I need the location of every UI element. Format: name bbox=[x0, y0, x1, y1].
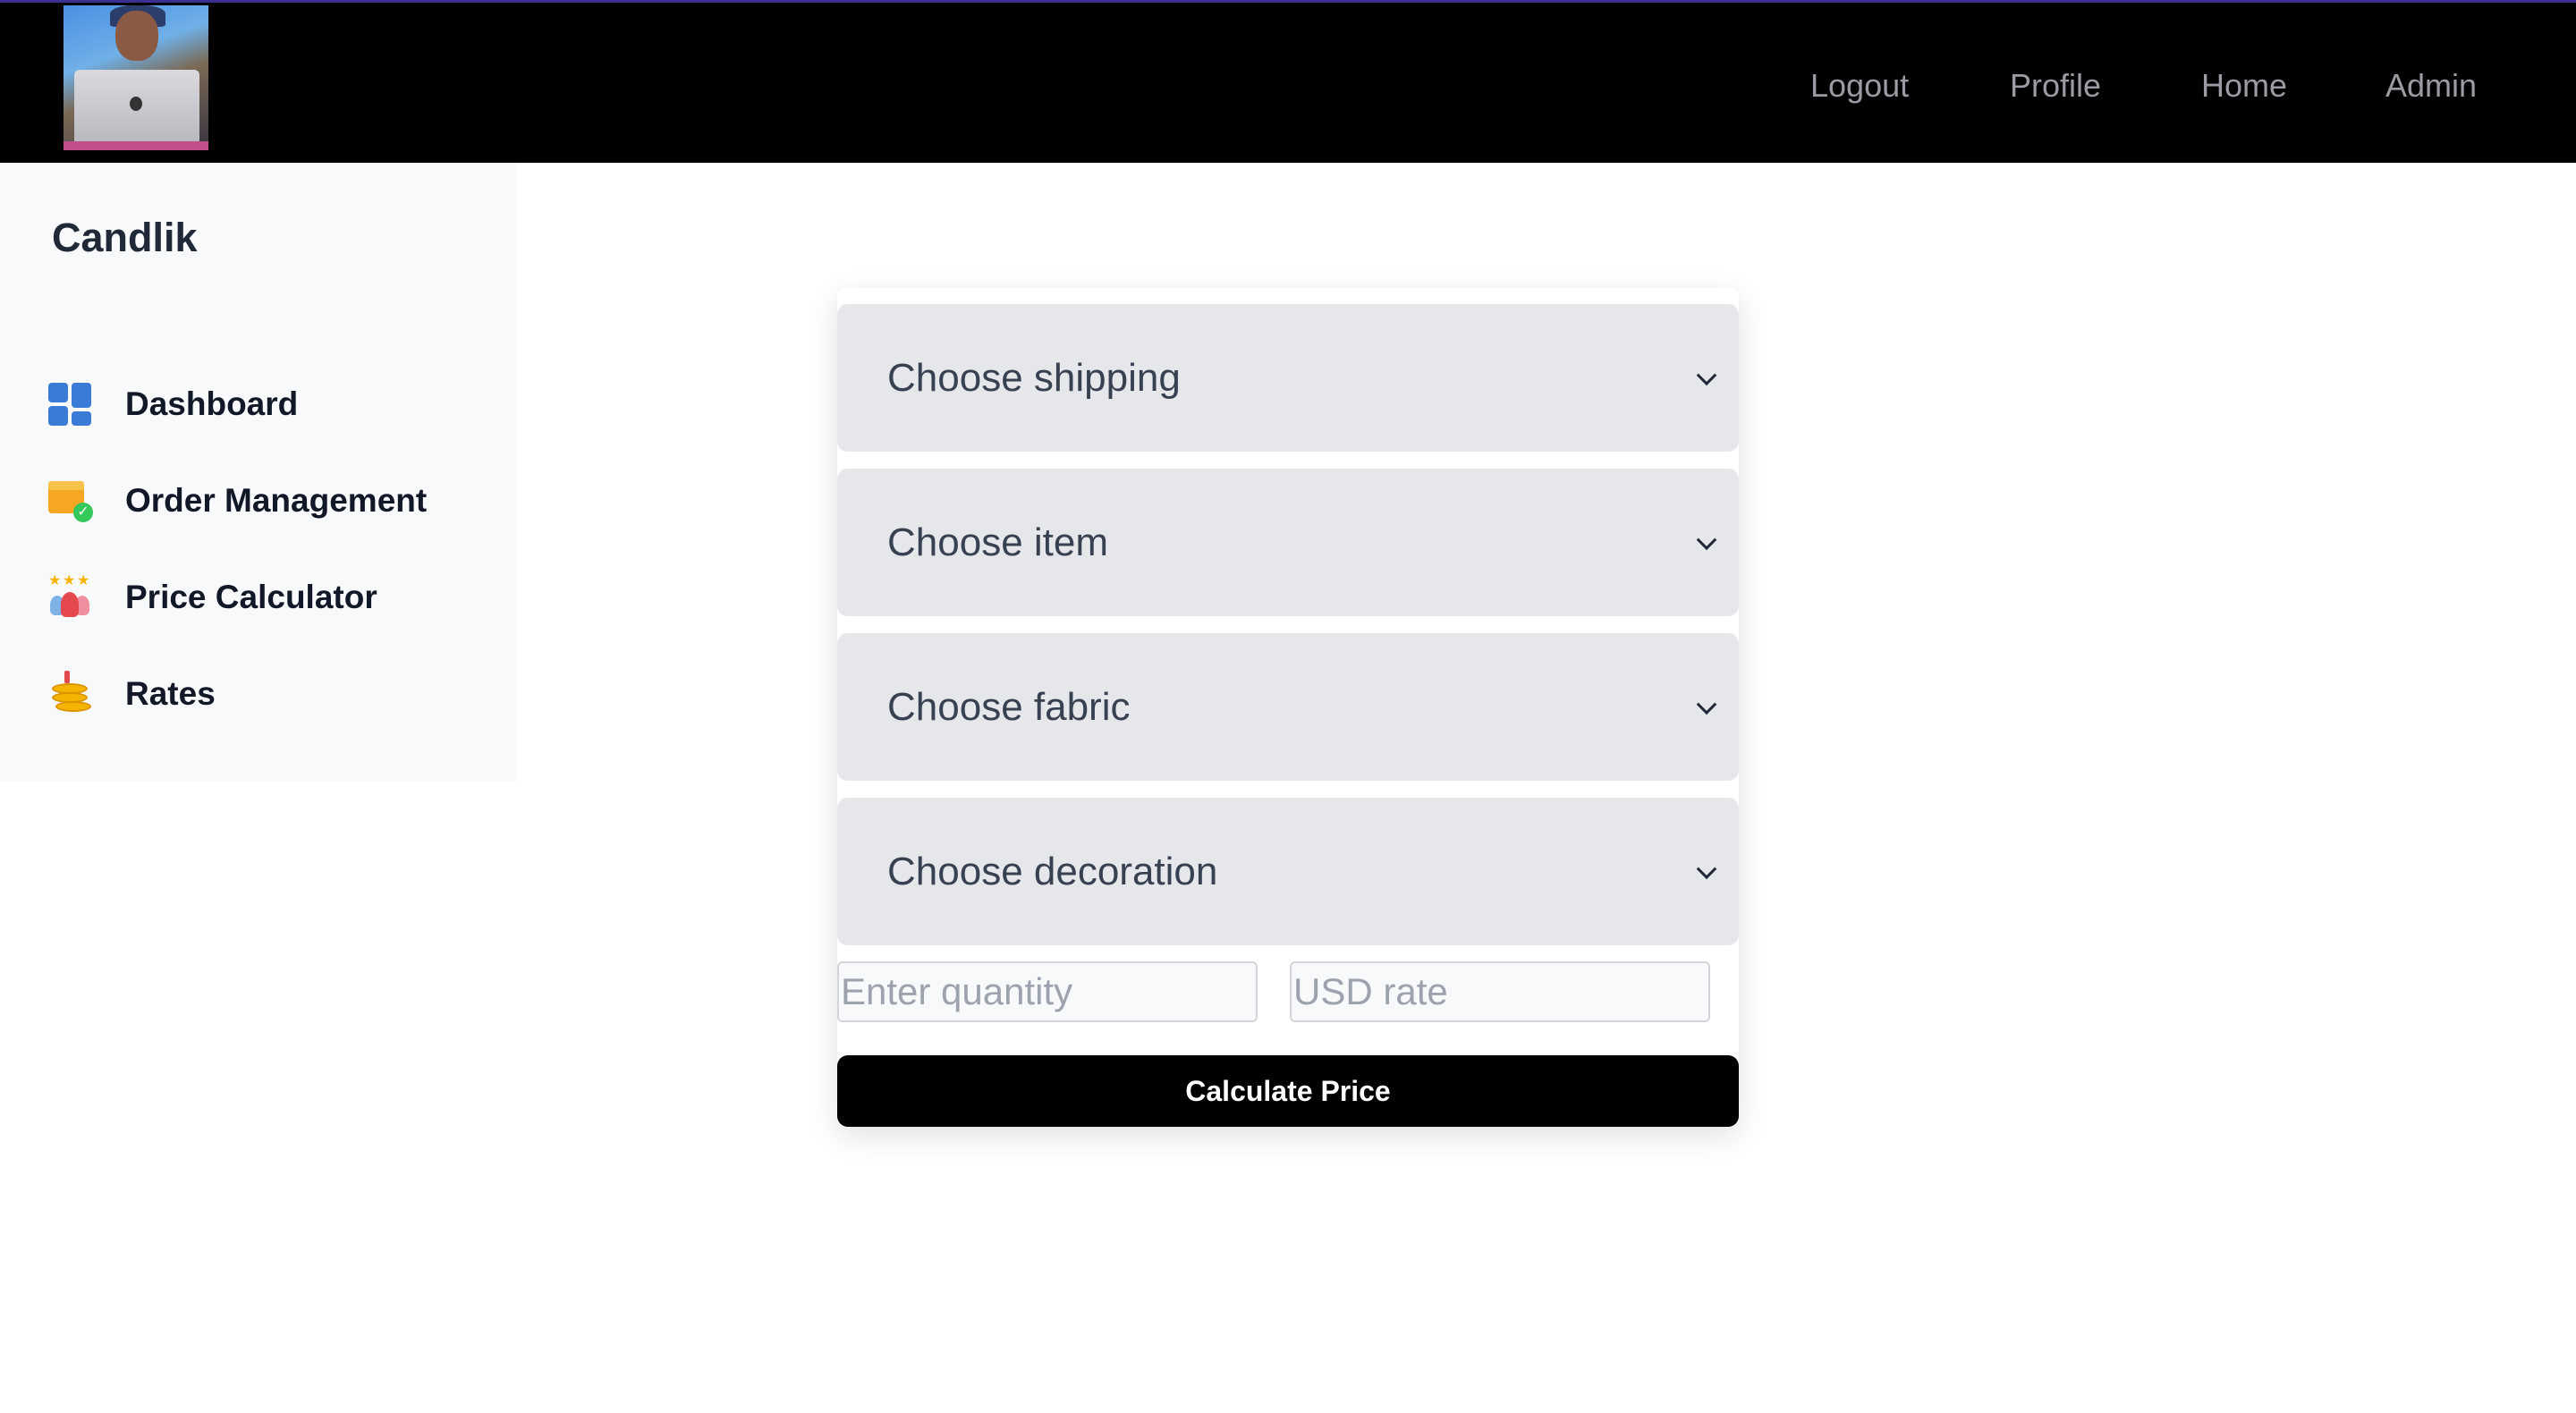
nav-home-link[interactable]: Home bbox=[2201, 67, 2287, 105]
sidebar-item-label: Dashboard bbox=[125, 385, 299, 422]
avatar-laptop bbox=[74, 70, 199, 145]
top-navbar: Logout Profile Home Admin bbox=[0, 0, 2576, 163]
calculate-price-button[interactable]: Calculate Price bbox=[837, 1055, 1739, 1127]
quantity-input[interactable] bbox=[837, 961, 1258, 1022]
nav-admin-link[interactable]: Admin bbox=[2385, 67, 2477, 105]
brand-title: Candlik bbox=[52, 215, 198, 260]
coins-icon bbox=[47, 671, 93, 717]
shipping-select[interactable]: Choose shipping bbox=[837, 304, 1739, 452]
package-check-icon: ✓ bbox=[47, 478, 93, 524]
user-avatar[interactable] bbox=[64, 5, 208, 150]
people-stars-icon: ★ ★ ★ bbox=[47, 574, 93, 621]
sidebar-item-dashboard[interactable]: Dashboard bbox=[47, 377, 298, 431]
dashboard-icon bbox=[47, 381, 93, 427]
sidebar-item-price-calculator[interactable]: ★ ★ ★ Price Calculator bbox=[47, 571, 377, 624]
sidebar-item-order-management[interactable]: ✓ Order Management bbox=[47, 474, 427, 528]
sidebar-item-label: Price Calculator bbox=[125, 579, 377, 615]
fabric-select[interactable]: Choose fabric bbox=[837, 633, 1739, 781]
shipping-select-value: Choose shipping bbox=[887, 355, 1181, 400]
item-select[interactable]: Choose item bbox=[837, 469, 1739, 616]
item-select-value: Choose item bbox=[887, 520, 1109, 564]
avatar-stripe bbox=[64, 141, 208, 150]
decoration-select[interactable]: Choose decoration bbox=[837, 798, 1739, 945]
fabric-select-value: Choose fabric bbox=[887, 684, 1131, 729]
chevron-down-icon bbox=[1696, 858, 1717, 879]
avatar-head bbox=[115, 11, 158, 61]
nav-logout-link[interactable]: Logout bbox=[1810, 67, 1909, 105]
nav-profile-link[interactable]: Profile bbox=[2010, 67, 2101, 105]
chevron-down-icon bbox=[1696, 364, 1717, 385]
chevron-down-icon bbox=[1696, 529, 1717, 550]
usd-rate-input[interactable] bbox=[1290, 961, 1710, 1022]
sidebar-item-label: Rates bbox=[125, 675, 216, 712]
price-calculator-form: Choose shipping Choose item Choose fabri… bbox=[837, 288, 1739, 1127]
sidebar-item-label: Order Management bbox=[125, 482, 428, 519]
sidebar: Candlik Dashboard ✓ Order Management ★ ★… bbox=[0, 163, 516, 782]
decoration-select-value: Choose decoration bbox=[887, 849, 1218, 893]
chevron-down-icon bbox=[1696, 693, 1717, 715]
sidebar-item-rates[interactable]: Rates bbox=[47, 667, 216, 721]
